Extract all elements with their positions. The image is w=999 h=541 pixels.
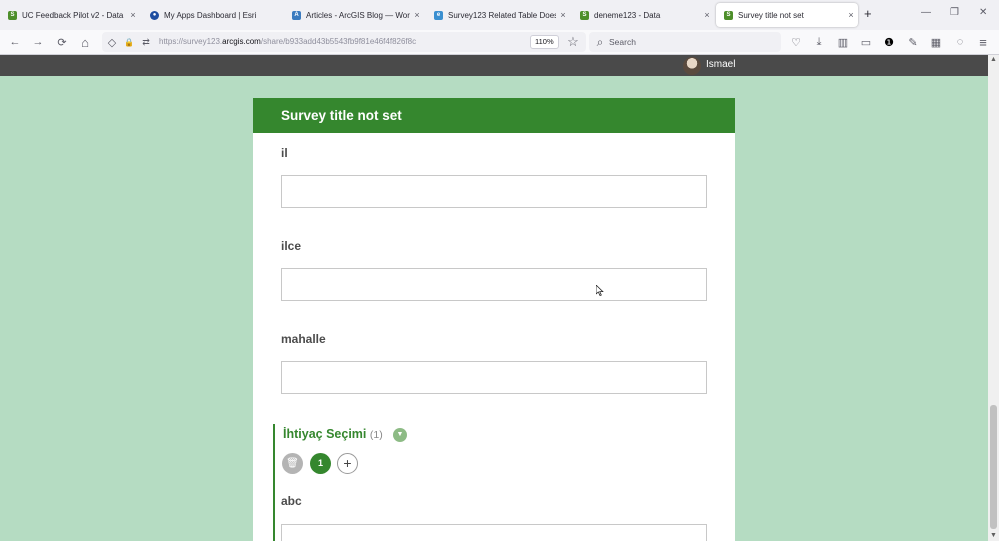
page-scrollbar[interactable]: ▲ ▼ <box>988 55 999 541</box>
tab-title: Survey title not set <box>738 10 804 20</box>
mahalle-input[interactable] <box>281 361 707 394</box>
app-header: Ismael <box>0 55 988 76</box>
lock-icon[interactable]: 🔒 <box>121 34 137 50</box>
tab-close-icon[interactable]: × <box>410 10 424 20</box>
esri-community-favicon-icon: e <box>434 10 443 20</box>
tracking-shield-icon[interactable]: ◇ <box>104 34 120 50</box>
repeat-count: (1) <box>369 429 383 441</box>
navigation-toolbar: ← → ⟳ ⌂ ◇ 🔒 ⇄ https://survey123.arcgis.c… <box>0 30 999 55</box>
tab-close-icon[interactable]: × <box>844 10 858 20</box>
collapse-chevron-icon[interactable]: ▼ <box>393 428 407 442</box>
tab-close-icon[interactable]: × <box>126 10 140 20</box>
tab-title: UC Feedback Pilot v2 - Data <box>22 10 124 20</box>
il-input[interactable] <box>281 175 707 208</box>
url-scheme: https://survey123. <box>159 37 223 46</box>
extension-1password-icon[interactable]: ❶ <box>881 34 897 50</box>
extension-profile-icon[interactable]: ◌ <box>952 34 968 50</box>
tab-title: Articles - ArcGIS Blog — Word <box>306 10 410 20</box>
survey123-favicon-icon: S <box>580 10 589 20</box>
url-text[interactable]: https://survey123.arcgis.com/share/b933a… <box>159 37 416 46</box>
url-host: arcgis.com <box>222 37 261 46</box>
extension-eyedropper-icon[interactable]: ✎ <box>905 34 921 50</box>
new-tab-button[interactable]: + <box>864 6 872 21</box>
menu-hamburger-icon[interactable]: ≡ <box>975 34 991 50</box>
survey-title: Survey title not set <box>253 98 735 133</box>
repeat-group-indicator <box>273 424 275 541</box>
username[interactable]: Ismael <box>706 59 735 70</box>
window-close-button[interactable]: ✕ <box>979 7 987 18</box>
tab-title: deneme123 - Data <box>594 10 661 20</box>
zoom-level-badge[interactable]: 110% <box>530 35 559 49</box>
question-label-ilce: ilce <box>281 239 302 253</box>
tab-survey123-related-table[interactable]: e Survey123 Related Table Does × <box>426 4 570 26</box>
bookmark-star-icon[interactable]: ☆ <box>565 34 581 50</box>
permissions-icon[interactable]: ⇄ <box>138 34 154 50</box>
minimize-button[interactable]: — <box>921 7 931 18</box>
home-icon[interactable]: ⌂ <box>77 34 93 50</box>
abc-input[interactable] <box>281 524 707 541</box>
esri-favicon-icon: ● <box>150 10 159 20</box>
tab-title: My Apps Dashboard | Esri <box>164 10 257 20</box>
url-path: /share/b933add43b5543fb9f81e46f4f826f8c <box>260 37 417 46</box>
user-avatar[interactable] <box>683 57 701 75</box>
extension-qr-icon[interactable]: ▦ <box>928 34 944 50</box>
scrollbar-thumb[interactable] <box>990 405 997 529</box>
survey123-favicon-icon: S <box>724 10 733 20</box>
tab-close-icon[interactable]: × <box>556 10 570 20</box>
mouse-cursor-icon <box>596 285 604 296</box>
tab-arcgis-blog[interactable]: A Articles - ArcGIS Blog — Word × <box>284 4 424 26</box>
delete-record-icon[interactable]: 🗑 <box>282 453 303 474</box>
tab-survey-title-not-set[interactable]: S Survey title not set × <box>716 3 858 27</box>
scroll-down-arrow-icon[interactable]: ▼ <box>988 531 999 541</box>
repeat-title-text: İhtiyaç Seçimi <box>283 427 367 441</box>
tab-strip: S UC Feedback Pilot v2 - Data × ● My App… <box>0 0 999 30</box>
ilce-input[interactable] <box>281 268 707 301</box>
library-icon[interactable]: ▥ <box>835 34 851 50</box>
reload-icon[interactable]: ⟳ <box>54 34 70 50</box>
question-label-il: il <box>281 146 288 160</box>
address-bar[interactable]: ◇ 🔒 ⇄ https://survey123.arcgis.com/share… <box>102 32 586 52</box>
repeat-group-title[interactable]: İhtiyaç Seçimi (1) <box>283 427 383 441</box>
forward-arrow-icon[interactable]: → <box>30 34 46 50</box>
survey123-favicon-icon: S <box>8 10 17 20</box>
question-label-mahalle: mahalle <box>281 332 326 346</box>
question-label-abc: abc <box>281 494 302 508</box>
scroll-up-arrow-icon[interactable]: ▲ <box>988 55 999 65</box>
pocket-icon[interactable]: ♡ <box>788 34 804 50</box>
tab-uc-feedback[interactable]: S UC Feedback Pilot v2 - Data × <box>0 4 140 26</box>
tab-close-icon[interactable]: × <box>700 10 714 20</box>
tab-deneme123[interactable]: S deneme123 - Data × <box>572 4 714 26</box>
search-placeholder: Search <box>609 37 636 47</box>
survey-form: Survey title not set il ilce mahalle İht… <box>253 98 735 541</box>
tab-my-apps-dashboard[interactable]: ● My Apps Dashboard | Esri <box>142 4 282 26</box>
add-record-button[interactable]: + <box>337 453 358 474</box>
download-icon[interactable]: ⤓ <box>811 34 827 50</box>
wordpress-favicon-icon: A <box>292 10 301 20</box>
back-arrow-icon[interactable]: ← <box>7 34 23 50</box>
search-icon: ⌕ <box>596 35 604 49</box>
sidebar-icon[interactable]: ▭ <box>858 34 874 50</box>
tab-title: Survey123 Related Table Does <box>448 10 556 20</box>
record-page-button[interactable]: 1 <box>310 453 331 474</box>
search-bar[interactable]: ⌕ Search <box>589 32 781 52</box>
restore-button[interactable]: ❐ <box>950 7 959 18</box>
